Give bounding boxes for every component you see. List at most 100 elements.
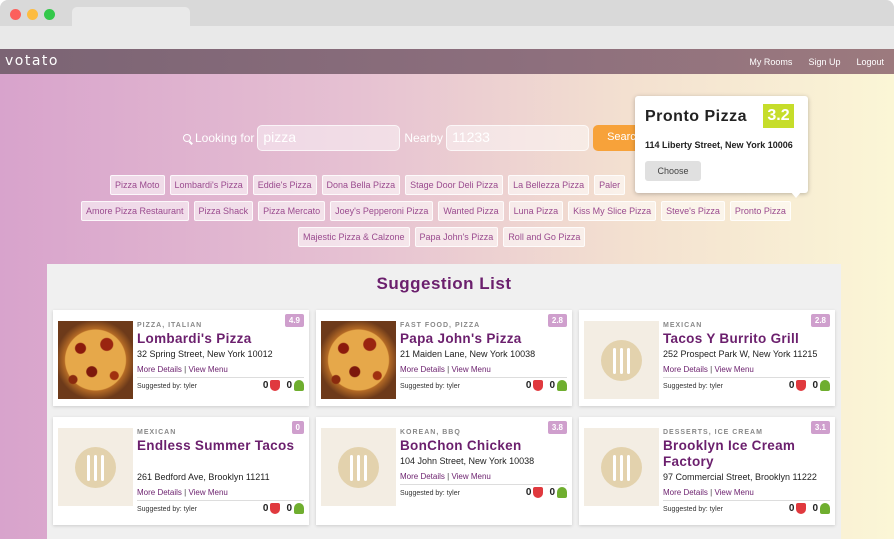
- rating-badge: 3.8: [547, 421, 567, 434]
- downvote-count: 0: [788, 380, 795, 391]
- more-details-link[interactable]: More Details: [663, 488, 708, 497]
- suggestion-panel: Suggestion List 4.9 PIZZA, ITALIAN Lombard…: [47, 264, 841, 539]
- restaurant-card[interactable]: 3.1 DESSERTS, ICE CREAM Brooklyn Ice Cream…: [579, 417, 835, 525]
- restaurant-name[interactable]: Tacos Y Burrito Grill: [663, 331, 833, 347]
- restaurant-address: 21 Maiden Lane, New York 10038: [400, 349, 536, 359]
- close-window-icon[interactable]: [10, 9, 21, 20]
- nearby-input[interactable]: 11233: [446, 125, 590, 151]
- rating-badge: 3.1: [810, 421, 830, 434]
- restaurant-name[interactable]: Endless Summer Tacos: [137, 438, 307, 454]
- view-menu-link[interactable]: View Menu: [714, 365, 753, 374]
- restaurant-name[interactable]: BonChon Chicken: [400, 438, 570, 454]
- thumbs-up-icon[interactable]: [820, 380, 830, 391]
- more-details-link[interactable]: More Details: [137, 488, 182, 497]
- restaurant-name[interactable]: Brooklyn Ice Cream Factory: [663, 438, 833, 470]
- more-details-link[interactable]: More Details: [400, 365, 445, 374]
- maximize-window-icon[interactable]: [44, 9, 55, 20]
- logo[interactable]: votato: [5, 53, 59, 69]
- suggested-by: Suggested by: tyler: [663, 383, 723, 390]
- tag-chip[interactable]: Papa John's Pizza: [414, 227, 499, 247]
- upvote-count: 0: [549, 487, 555, 498]
- tag-chip[interactable]: Majestic Pizza & Calzone: [298, 227, 410, 247]
- restaurant-card[interactable]: 3.8 KOREAN, BBQ BonChon Chicken 104 John St…: [316, 417, 572, 525]
- thumbs-down-icon[interactable]: [270, 380, 281, 391]
- restaurant-name[interactable]: Lombardi's Pizza: [137, 331, 307, 347]
- restaurant-card[interactable]: 0 MEXICAN Endless Summer Tacos 261 Bedford …: [53, 417, 309, 525]
- restaurant-name[interactable]: Papa John's Pizza: [400, 331, 570, 347]
- thumbs-down-icon[interactable]: [270, 503, 281, 514]
- minimize-window-icon[interactable]: [27, 9, 38, 20]
- thumbs-up-icon[interactable]: [294, 503, 304, 514]
- tag-chip[interactable]: Roll and Go Pizza: [503, 227, 586, 247]
- tag-chip[interactable]: Kiss My Slice Pizza: [568, 201, 657, 221]
- tag-chip[interactable]: Joey's Pepperoni Pizza: [330, 201, 434, 221]
- restaurant-card[interactable]: 4.9 PIZZA, ITALIAN Lombardi's Pizza 32 Spri…: [53, 310, 309, 406]
- restaurant-address: 32 Spring Street, New York 10012: [137, 349, 273, 359]
- view-menu-link[interactable]: View Menu: [714, 488, 753, 497]
- tag-chip[interactable]: Eddie's Pizza: [252, 175, 317, 195]
- view-menu-link[interactable]: View Menu: [451, 365, 490, 374]
- tag-chip[interactable]: Pronto Pizza: [729, 201, 791, 221]
- search-bar: Looking for pizza Nearby 11233 Search: [183, 125, 654, 151]
- utensils-icon: [601, 340, 642, 381]
- thumbs-up-icon[interactable]: [557, 380, 567, 391]
- more-details-link[interactable]: More Details: [137, 365, 182, 374]
- restaurant-address: 261 Bedford Ave, Brooklyn 11211: [137, 472, 270, 482]
- thumbs-down-icon[interactable]: [533, 380, 544, 391]
- vote-controls: 00: [789, 503, 830, 514]
- tag-chip[interactable]: Dona Bella Pizza: [321, 175, 401, 195]
- tag-chip[interactable]: Steve's Pizza: [661, 201, 725, 221]
- card-links: More Details | View Menu: [663, 488, 754, 497]
- view-menu-link[interactable]: View Menu: [451, 472, 490, 481]
- tag-chip[interactable]: La Bellezza Pizza: [508, 175, 590, 195]
- more-details-link[interactable]: More Details: [400, 472, 445, 481]
- tag-chip[interactable]: Wanted Pizza: [438, 201, 504, 221]
- tag-chip[interactable]: Luna Pizza: [508, 201, 564, 221]
- browser-titlebar: [0, 0, 894, 27]
- vote-controls: 00: [263, 503, 304, 514]
- utensils-icon: [75, 447, 116, 488]
- nav-logout[interactable]: Logout: [856, 57, 884, 67]
- suggested-by: Suggested by: tyler: [137, 383, 197, 390]
- looking-for-input[interactable]: pizza: [257, 125, 401, 151]
- popup-arrow: [790, 191, 802, 198]
- suggested-by: Suggested by: tyler: [137, 506, 197, 513]
- thumbs-up-icon[interactable]: [820, 503, 830, 514]
- tag-chip[interactable]: Amore Pizza Restaurant: [81, 201, 189, 221]
- restaurant-photo-placeholder: [584, 428, 659, 506]
- thumbs-down-icon[interactable]: [533, 487, 544, 498]
- tag-chip[interactable]: Stage Door Deli Pizza: [405, 175, 504, 195]
- nav-sign-up[interactable]: Sign Up: [808, 57, 840, 67]
- divider: [137, 500, 304, 501]
- choose-button[interactable]: Choose: [645, 161, 701, 181]
- more-details-link[interactable]: More Details: [663, 365, 708, 374]
- thumbs-down-icon[interactable]: [796, 380, 807, 391]
- tag-chip[interactable]: Pizza Shack: [193, 201, 254, 221]
- divider: [663, 500, 830, 501]
- tag-chip[interactable]: Pizza Mercato: [258, 201, 326, 221]
- search-icon: [183, 134, 191, 142]
- thumbs-up-icon[interactable]: [294, 380, 304, 391]
- view-menu-link[interactable]: View Menu: [188, 488, 227, 497]
- card-links: More Details | View Menu: [400, 472, 491, 481]
- downvote-count: 0: [525, 487, 532, 498]
- tag-chip[interactable]: Lombardi's Pizza: [169, 175, 248, 195]
- divider: [663, 377, 830, 378]
- thumbs-down-icon[interactable]: [796, 503, 807, 514]
- tag-chip[interactable]: Paler: [594, 175, 626, 195]
- thumbs-up-icon[interactable]: [557, 487, 567, 498]
- suggested-by: Suggested by: tyler: [400, 383, 460, 390]
- divider: [137, 377, 304, 378]
- rating-badge: 2.8: [810, 314, 830, 327]
- restaurant-card[interactable]: 2.8 MEXICAN Tacos Y Burrito Grill 252 Prosp…: [579, 310, 835, 406]
- restaurant-photo-placeholder: [584, 321, 659, 399]
- restaurant-photo-placeholder: [58, 428, 133, 506]
- view-menu-link[interactable]: View Menu: [188, 365, 227, 374]
- cuisine-category: KOREAN, BBQ: [400, 429, 461, 436]
- tag-chip[interactable]: Pizza Moto: [110, 175, 165, 195]
- upvote-count: 0: [812, 503, 818, 514]
- divider: [400, 377, 567, 378]
- nav-my-rooms[interactable]: My Rooms: [749, 57, 792, 67]
- browser-tab[interactable]: [72, 7, 190, 27]
- restaurant-card[interactable]: 2.8 FAST FOOD, PIZZA Papa John's Pizza 21 M…: [316, 310, 572, 406]
